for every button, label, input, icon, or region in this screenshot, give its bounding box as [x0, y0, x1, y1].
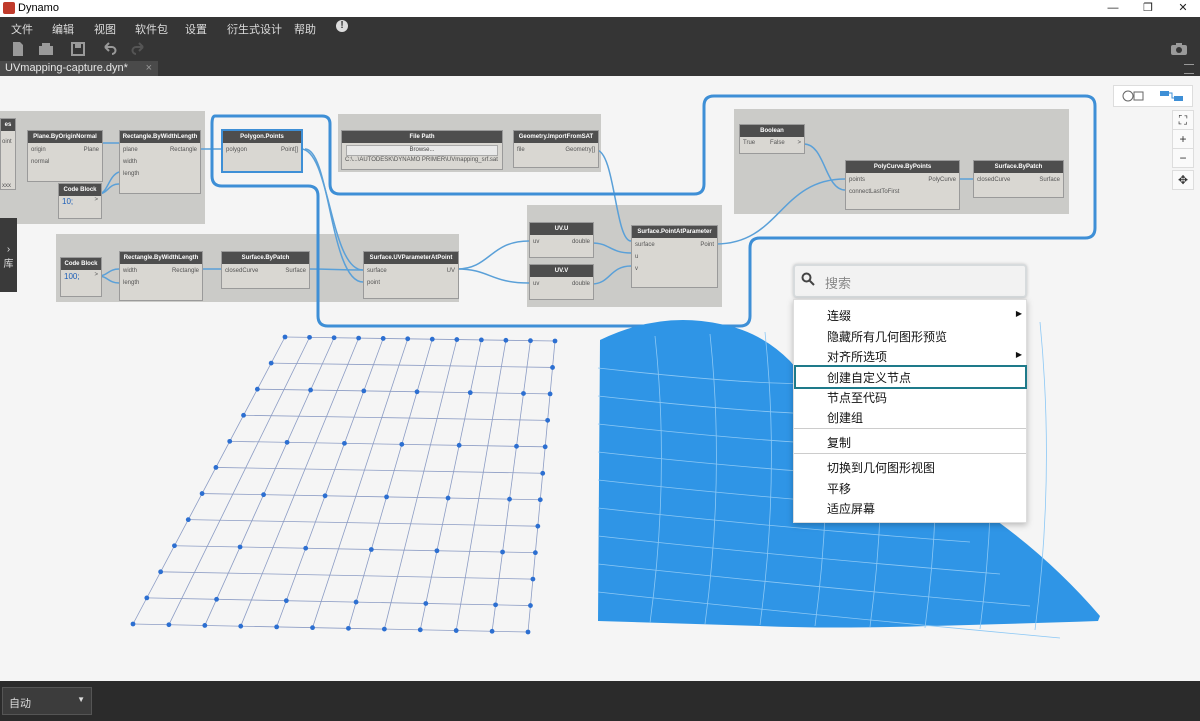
window-title: Dynamo — [18, 2, 59, 14]
menu-divider — [794, 453, 1026, 454]
undo-icon[interactable] — [101, 41, 117, 57]
menu-packages[interactable]: 软件包 — [135, 21, 168, 37]
zoom-out-button[interactable]: − — [1172, 148, 1194, 168]
menu-item-align[interactable]: 对齐所选项 — [827, 348, 887, 365]
chevron-right-icon: › — [6, 244, 11, 255]
chevron-down-icon: ▼ — [77, 695, 85, 704]
menu-item-switch-geometry-view[interactable]: 切换到几何图形视图 — [827, 459, 935, 476]
menu-item-create-group[interactable]: 创建组 — [827, 409, 863, 426]
menu-item-fit-to-screen[interactable]: 适应屏幕 — [827, 500, 875, 517]
submenu-arrow-icon: ▶ — [1015, 350, 1022, 359]
zoom-in-button[interactable]: + — [1172, 129, 1194, 149]
view-toggle — [1113, 85, 1193, 107]
menu-file[interactable]: 文件 — [11, 21, 33, 37]
search-placeholder: 搜索 — [825, 276, 852, 291]
dynamo-logo-icon — [3, 2, 15, 14]
library-panel-tab[interactable]: › 库 — [0, 218, 17, 292]
geometry-view-icon[interactable] — [1120, 89, 1148, 103]
search-icon — [801, 272, 815, 289]
open-file-icon[interactable] — [38, 41, 54, 57]
tab-label: UVmapping-capture.dyn* — [5, 62, 128, 74]
menu-settings[interactable]: 设置 — [185, 21, 207, 37]
menu-help[interactable]: 帮助 — [294, 21, 316, 37]
toolbar — [0, 37, 1200, 61]
menu-item-hide-geometry[interactable]: 隐藏所有几何图形预览 — [827, 328, 947, 345]
camera-icon[interactable] — [1170, 41, 1187, 57]
tab-bar: UVmapping-capture.dyn* × — [0, 61, 1200, 76]
minimize-button[interactable]: — — [1095, 0, 1131, 17]
redo-icon[interactable] — [131, 41, 147, 57]
graph-view-icon[interactable] — [1158, 89, 1186, 103]
menu-divider — [794, 428, 1026, 429]
menu-item-copy[interactable]: 复制 — [827, 434, 851, 451]
library-label: 库 — [3, 259, 14, 270]
tab-uvmapping[interactable]: UVmapping-capture.dyn* × — [0, 61, 158, 76]
pan-button[interactable]: ✥ — [1172, 170, 1194, 190]
menu-view[interactable]: 视图 — [94, 21, 116, 37]
close-button[interactable]: ✕ — [1165, 0, 1200, 17]
tab-menu-icon[interactable] — [1184, 64, 1194, 74]
menu-bar: 文件 编辑 视图 软件包 设置 衍生式设计 帮助 ! — [0, 17, 1200, 37]
title-bar: Dynamo — ❐ ✕ — [0, 0, 1200, 17]
status-bar — [0, 681, 1200, 721]
submenu-arrow-icon: ▶ — [1015, 309, 1022, 318]
menu-generative-design[interactable]: 衍生式设计 — [227, 21, 282, 37]
tab-close-button[interactable]: × — [146, 62, 152, 74]
run-mode-value: 自动 — [9, 698, 31, 710]
menu-item-pan[interactable]: 平移 — [827, 480, 851, 497]
fit-view-button[interactable]: ⛶ — [1172, 110, 1194, 130]
menu-item-node-to-code[interactable]: 节点至代码 — [827, 389, 887, 406]
new-file-icon[interactable] — [10, 41, 26, 57]
run-mode-dropdown[interactable]: 自动 ▼ — [2, 687, 92, 715]
search-box[interactable]: 搜索 — [793, 264, 1027, 298]
maximize-button[interactable]: ❐ — [1130, 0, 1166, 17]
context-menu: 连缀 ▶ 隐藏所有几何图形预览 对齐所选项 ▶ 创建自定义节点 节点至代码 创建… — [793, 299, 1027, 523]
menu-item-create-custom-node[interactable]: 创建自定义节点 — [827, 369, 911, 386]
menu-item-lacing[interactable]: 连缀 — [827, 307, 851, 324]
save-icon[interactable] — [70, 41, 86, 57]
notification-icon[interactable]: ! — [336, 20, 348, 32]
menu-edit[interactable]: 编辑 — [52, 21, 74, 37]
